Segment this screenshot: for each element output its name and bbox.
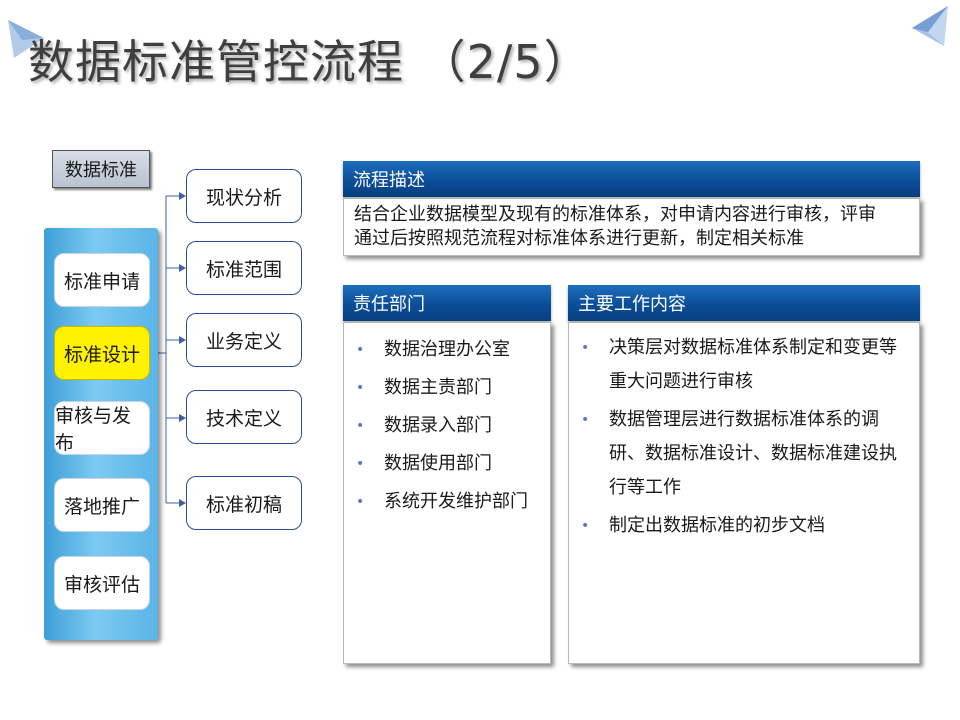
substep-business-definition[interactable]: 业务定义	[186, 313, 302, 367]
bullet-icon: •	[356, 456, 365, 472]
bullet-icon: •	[581, 412, 590, 428]
list-item: • 数据录入部门	[344, 407, 550, 445]
responsible-departments-header: 责任部门	[343, 285, 551, 321]
substep-technical-definition[interactable]: 技术定义	[186, 390, 302, 444]
list-item: • 数据主责部门	[344, 369, 550, 407]
list-item: • 数据管理层进行数据标准体系的调研、数据标准设计、数据标准建设执行等工作	[569, 403, 919, 505]
list-item: • 制定出数据标准的初步文档	[569, 509, 919, 543]
responsible-departments-panel: • 数据治理办公室 • 数据主责部门 • 数据录入部门 • 数据使用部门 • 系统开发维护…	[343, 322, 551, 664]
process-description-header: 流程描述	[343, 161, 920, 197]
substep-standard-draft[interactable]: 标准初稿	[186, 476, 302, 530]
main-work-panel: • 决策层对数据标准体系制定和变更等重大问题进行审核 • 数据管理层进行数据标准体系…	[568, 322, 920, 664]
process-description-text: 结合企业数据模型及现有的标准体系，对申请内容进行审核，评审 通过后按照规范流程对…	[344, 199, 919, 255]
substep-standard-scope[interactable]: 标准范围	[186, 241, 302, 295]
bullet-icon: •	[356, 342, 365, 358]
bullet-icon: •	[356, 418, 365, 434]
bullet-icon: •	[356, 380, 365, 396]
bullet-icon: •	[356, 494, 365, 510]
step-review-and-publish[interactable]: 审核与发布	[54, 401, 150, 455]
responsible-departments-list: • 数据治理办公室 • 数据主责部门 • 数据录入部门 • 数据使用部门 • 系统开发维护…	[344, 331, 550, 521]
list-item: • 决策层对数据标准体系制定和变更等重大问题进行审核	[569, 331, 919, 399]
main-work-title: 主要工作内容	[578, 294, 686, 315]
process-description-title: 流程描述	[353, 170, 425, 191]
main-work-list: • 决策层对数据标准体系制定和变更等重大问题进行审核 • 数据管理层进行数据标准体系…	[569, 331, 919, 543]
responsible-departments-title: 责任部门	[353, 294, 425, 315]
list-item: • 系统开发维护部门	[344, 483, 550, 521]
process-description-line: 通过后按照规范流程对标准体系进行更新，制定相关标准	[354, 228, 804, 249]
step-standard-application[interactable]: 标准申请	[54, 253, 150, 307]
step-standard-design[interactable]: 标准设计	[54, 326, 150, 380]
step-review-evaluation[interactable]: 审核评估	[54, 556, 150, 610]
list-item: • 数据治理办公室	[344, 331, 550, 369]
substep-current-analysis[interactable]: 现状分析	[186, 169, 302, 223]
step-rollout[interactable]: 落地推广	[54, 478, 150, 532]
bullet-icon: •	[581, 340, 590, 356]
bullet-icon: •	[581, 518, 590, 534]
process-description-line: 结合企业数据模型及现有的标准体系，对申请内容进行审核，评审	[354, 204, 876, 225]
process-description-panel: 结合企业数据模型及现有的标准体系，对申请内容进行审核，评审 通过后按照规范流程对…	[343, 198, 920, 256]
main-work-header: 主要工作内容	[568, 285, 920, 321]
list-item: • 数据使用部门	[344, 445, 550, 483]
